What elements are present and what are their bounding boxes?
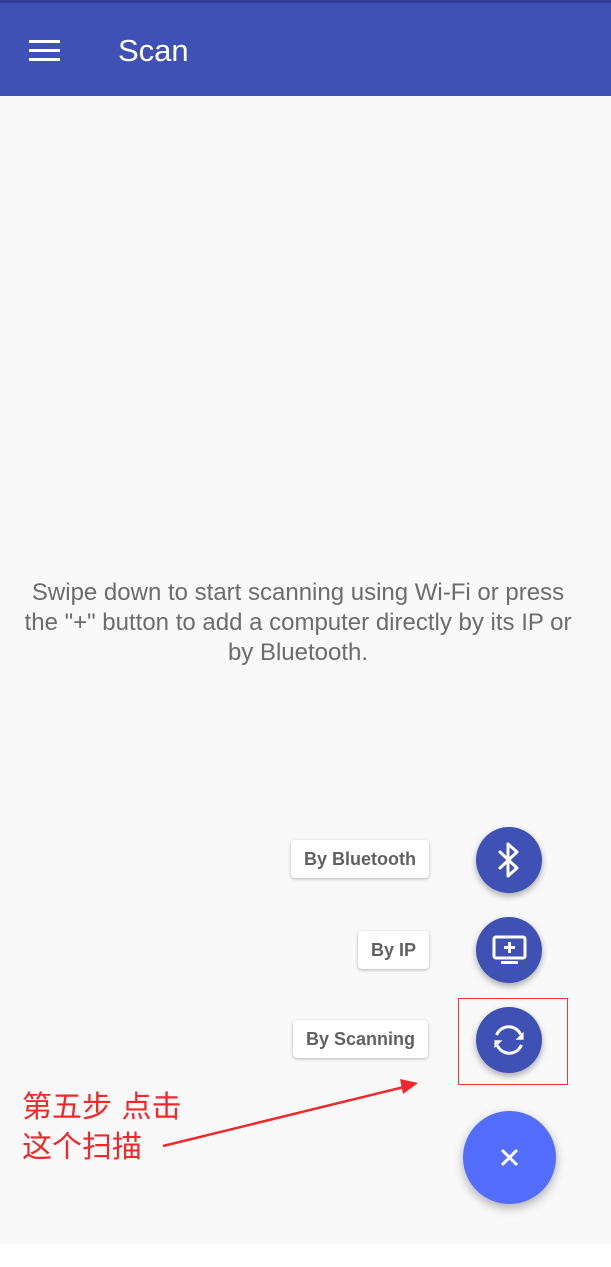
annotation-line-2: 这个扫描 [22,1130,142,1165]
annotation-line-1: 第五步 点击 [22,1090,182,1125]
annotation-arrow-icon [162,1079,418,1148]
annotation-text: 第五步 点击 这个扫描 [22,1088,182,1168]
